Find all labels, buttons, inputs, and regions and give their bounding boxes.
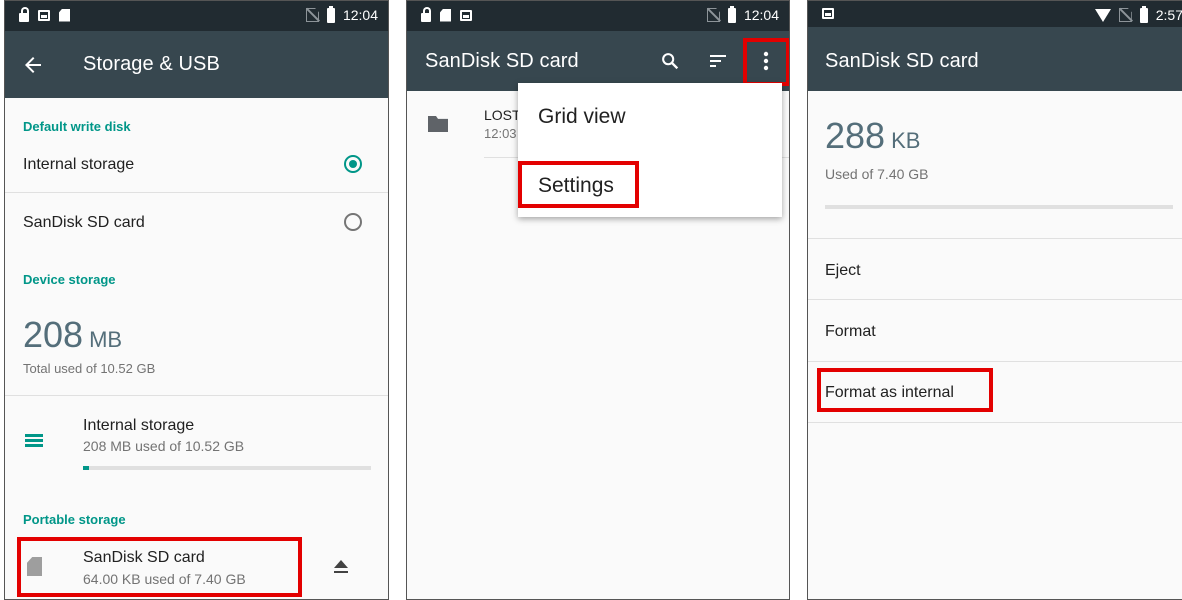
divider — [808, 238, 1182, 239]
radio-unselected[interactable] — [344, 213, 362, 231]
section-header-portable-storage: Portable storage — [23, 512, 126, 527]
status-time: 12:04 — [342, 7, 378, 23]
used-amount-value: 208 — [23, 314, 84, 355]
image-notification-icon — [38, 9, 50, 21]
menu-item-grid-view[interactable]: Grid view — [538, 105, 626, 129]
status-time: 12:04 — [743, 7, 779, 23]
page-title: SanDisk SD card — [425, 50, 579, 72]
sd-card-notification-icon — [440, 8, 451, 22]
back-arrow-icon[interactable] — [21, 53, 45, 77]
divider — [5, 192, 388, 193]
section-header-device-storage: Device storage — [23, 272, 116, 287]
status-bar: 12:04 — [407, 1, 789, 31]
format-as-internal-action[interactable]: Format as internal — [825, 384, 954, 402]
lock-icon — [19, 7, 29, 22]
status-bar: 12:04 — [5, 1, 388, 31]
highlight-box — [17, 537, 302, 597]
used-amount-value: 288 — [825, 115, 886, 156]
file-time: 12:03 — [484, 126, 517, 141]
lock-icon — [421, 7, 431, 22]
no-sim-icon — [707, 8, 720, 22]
page-title: SanDisk SD card — [825, 50, 979, 72]
used-of-text: Used of 7.40 GB — [825, 166, 929, 182]
internal-storage-detail: 208 MB used of 10.52 GB — [83, 438, 245, 454]
divider — [808, 299, 1182, 300]
search-icon[interactable] — [659, 50, 681, 72]
status-time: 2:57 — [1155, 7, 1182, 23]
sd-card-files-screen: 12:04 SanDisk SD card LOST 12:03 Grid vi… — [406, 0, 790, 600]
used-amount-unit: KB — [891, 128, 921, 153]
total-used-text: Total used of 10.52 GB — [23, 361, 156, 376]
file-name: LOST — [484, 107, 521, 123]
sd-card-notification-icon — [59, 8, 70, 22]
divider — [5, 395, 388, 396]
image-notification-icon — [822, 8, 834, 19]
used-amount: 208 MB — [23, 314, 122, 356]
image-notification-icon — [460, 9, 472, 21]
app-bar: Storage & USB — [5, 31, 388, 98]
internal-storage-progress — [83, 466, 371, 470]
option-label: Internal storage — [23, 156, 135, 173]
no-sim-icon — [1119, 8, 1132, 22]
more-options-icon[interactable] — [758, 49, 774, 73]
app-bar: SanDisk SD card — [407, 31, 789, 91]
battery-icon — [1139, 5, 1148, 23]
internal-storage-label: Internal storage — [83, 417, 195, 434]
sort-icon[interactable] — [708, 51, 728, 71]
battery-icon — [727, 5, 736, 23]
sd-card-label: SanDisk SD card — [83, 549, 205, 566]
used-amount: 288 KB — [825, 115, 920, 157]
menu-item-settings[interactable]: Settings — [538, 174, 614, 198]
battery-icon — [326, 5, 335, 23]
used-amount-unit: MB — [89, 327, 123, 352]
divider — [808, 361, 1182, 362]
overflow-menu: Grid view Settings — [518, 83, 782, 217]
sd-usage-progress — [825, 205, 1173, 209]
storage-usb-screen: 12:04 Storage & USB Default write disk I… — [4, 0, 389, 600]
radio-selected[interactable] — [344, 155, 362, 173]
page-title: Storage & USB — [83, 53, 220, 75]
option-label: SanDisk SD card — [23, 214, 145, 231]
no-sim-icon — [306, 8, 319, 22]
divider — [808, 422, 1182, 423]
eject-action[interactable]: Eject — [825, 262, 861, 280]
eject-icon[interactable] — [334, 560, 348, 574]
progress-fill — [83, 466, 89, 470]
storage-icon — [25, 434, 43, 448]
sd-card-settings-screen: 2:57 SanDisk SD card 288 KB Used of 7.40 … — [807, 0, 1182, 600]
sd-card-icon — [27, 557, 42, 576]
wifi-icon — [1094, 9, 1111, 22]
sd-card-detail: 64.00 KB used of 7.40 GB — [83, 571, 246, 587]
format-action[interactable]: Format — [825, 323, 876, 341]
app-bar: SanDisk SD card — [808, 27, 1182, 91]
folder-icon — [428, 116, 448, 132]
section-header-default-write-disk: Default write disk — [23, 119, 131, 134]
